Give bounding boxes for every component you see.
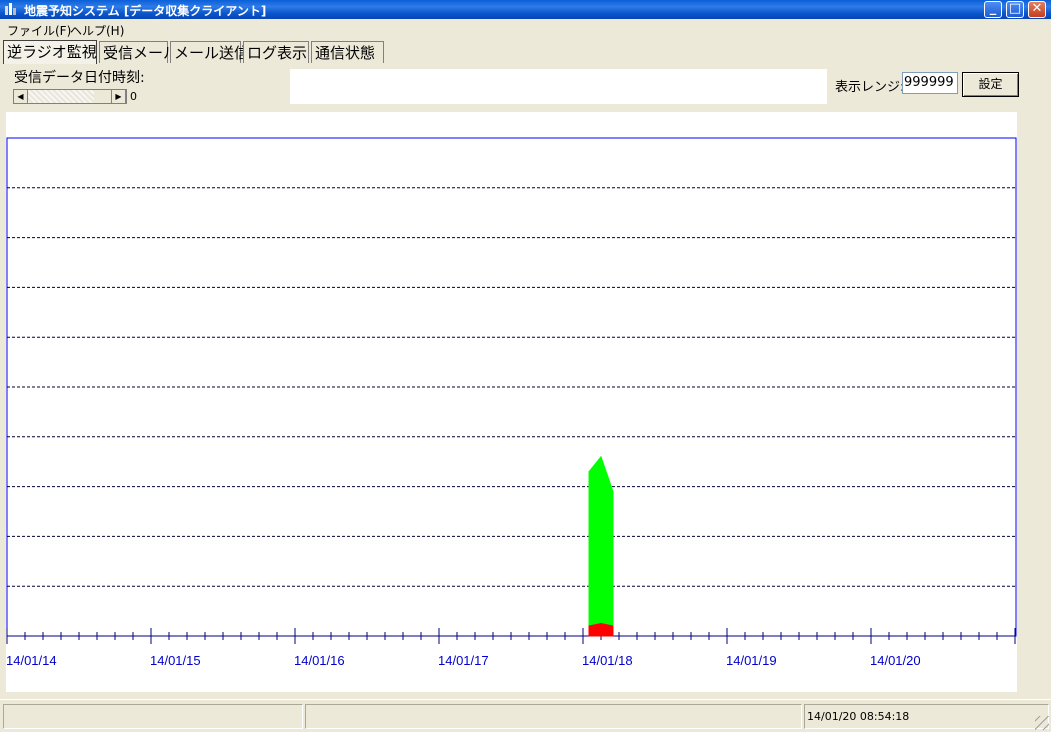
x-tick-label: 14/01/19 [726,653,777,668]
status-panel-1 [3,704,303,729]
x-tick-label: 14/01/17 [438,653,489,668]
set-button[interactable]: 設定 [962,72,1019,97]
x-tick-label: 14/01/18 [582,653,633,668]
resize-grip-icon[interactable] [1035,716,1049,730]
window-title: 地震予知システム [データ収集クライアント] [24,4,267,18]
tab-reverse-radio[interactable]: 逆ラジオ監視 [3,40,97,64]
x-tick-label: 14/01/15 [150,653,201,668]
tab-connection-status[interactable]: 通信状態 [311,41,384,63]
display-range-input[interactable]: 999999 [902,72,958,94]
app-icon [5,3,16,15]
received-date-label: 受信データ日付時刻: [14,70,145,86]
status-bar: 14/01/20 08:54:18 [0,699,1051,732]
chart-svg: 14/01/14 14/01/15 14/01/16 14/01/17 14/01/18… [6,137,1017,668]
minimize-button[interactable]: _ [984,1,1002,18]
title-bar: 地震予知システム [データ収集クライアント] _ □ ✕ [0,0,1051,19]
tab-log-view[interactable]: ログ表示 [243,41,309,63]
info-display [290,69,827,104]
series-green-area [588,455,614,637]
monitor-chart: 14/01/14 14/01/15 14/01/16 14/01/17 14/01/18… [6,112,1017,692]
menu-file[interactable]: ファイル(F) [7,22,71,39]
date-scrollbar[interactable]: ◀ ▶ [13,89,127,104]
maximize-button[interactable]: □ [1006,1,1024,18]
tab-inbox[interactable]: 受信メール [99,41,178,63]
menu-help[interactable]: ヘルプ(H) [70,22,124,39]
right-gutter [1017,112,1051,692]
scroll-left-icon[interactable]: ◀ [14,90,28,104]
status-panel-2 [305,704,802,729]
status-timestamp: 14/01/20 08:54:18 [804,704,1049,729]
x-tick-label: 14/01/14 [6,653,57,668]
series-red-area [588,623,614,637]
x-tick-label: 14/01/16 [294,653,345,668]
tab-send-mail[interactable]: メール送信 [170,41,249,63]
menu-bar: ファイル(F) ヘルプ(H) [0,19,1051,39]
display-range-label: 表示レンジ: [835,80,905,95]
scroll-right-icon[interactable]: ▶ [111,90,126,104]
x-tick-label: 14/01/20 [870,653,921,668]
close-button[interactable]: ✕ [1028,1,1046,18]
scroll-value: 0 [130,90,137,103]
